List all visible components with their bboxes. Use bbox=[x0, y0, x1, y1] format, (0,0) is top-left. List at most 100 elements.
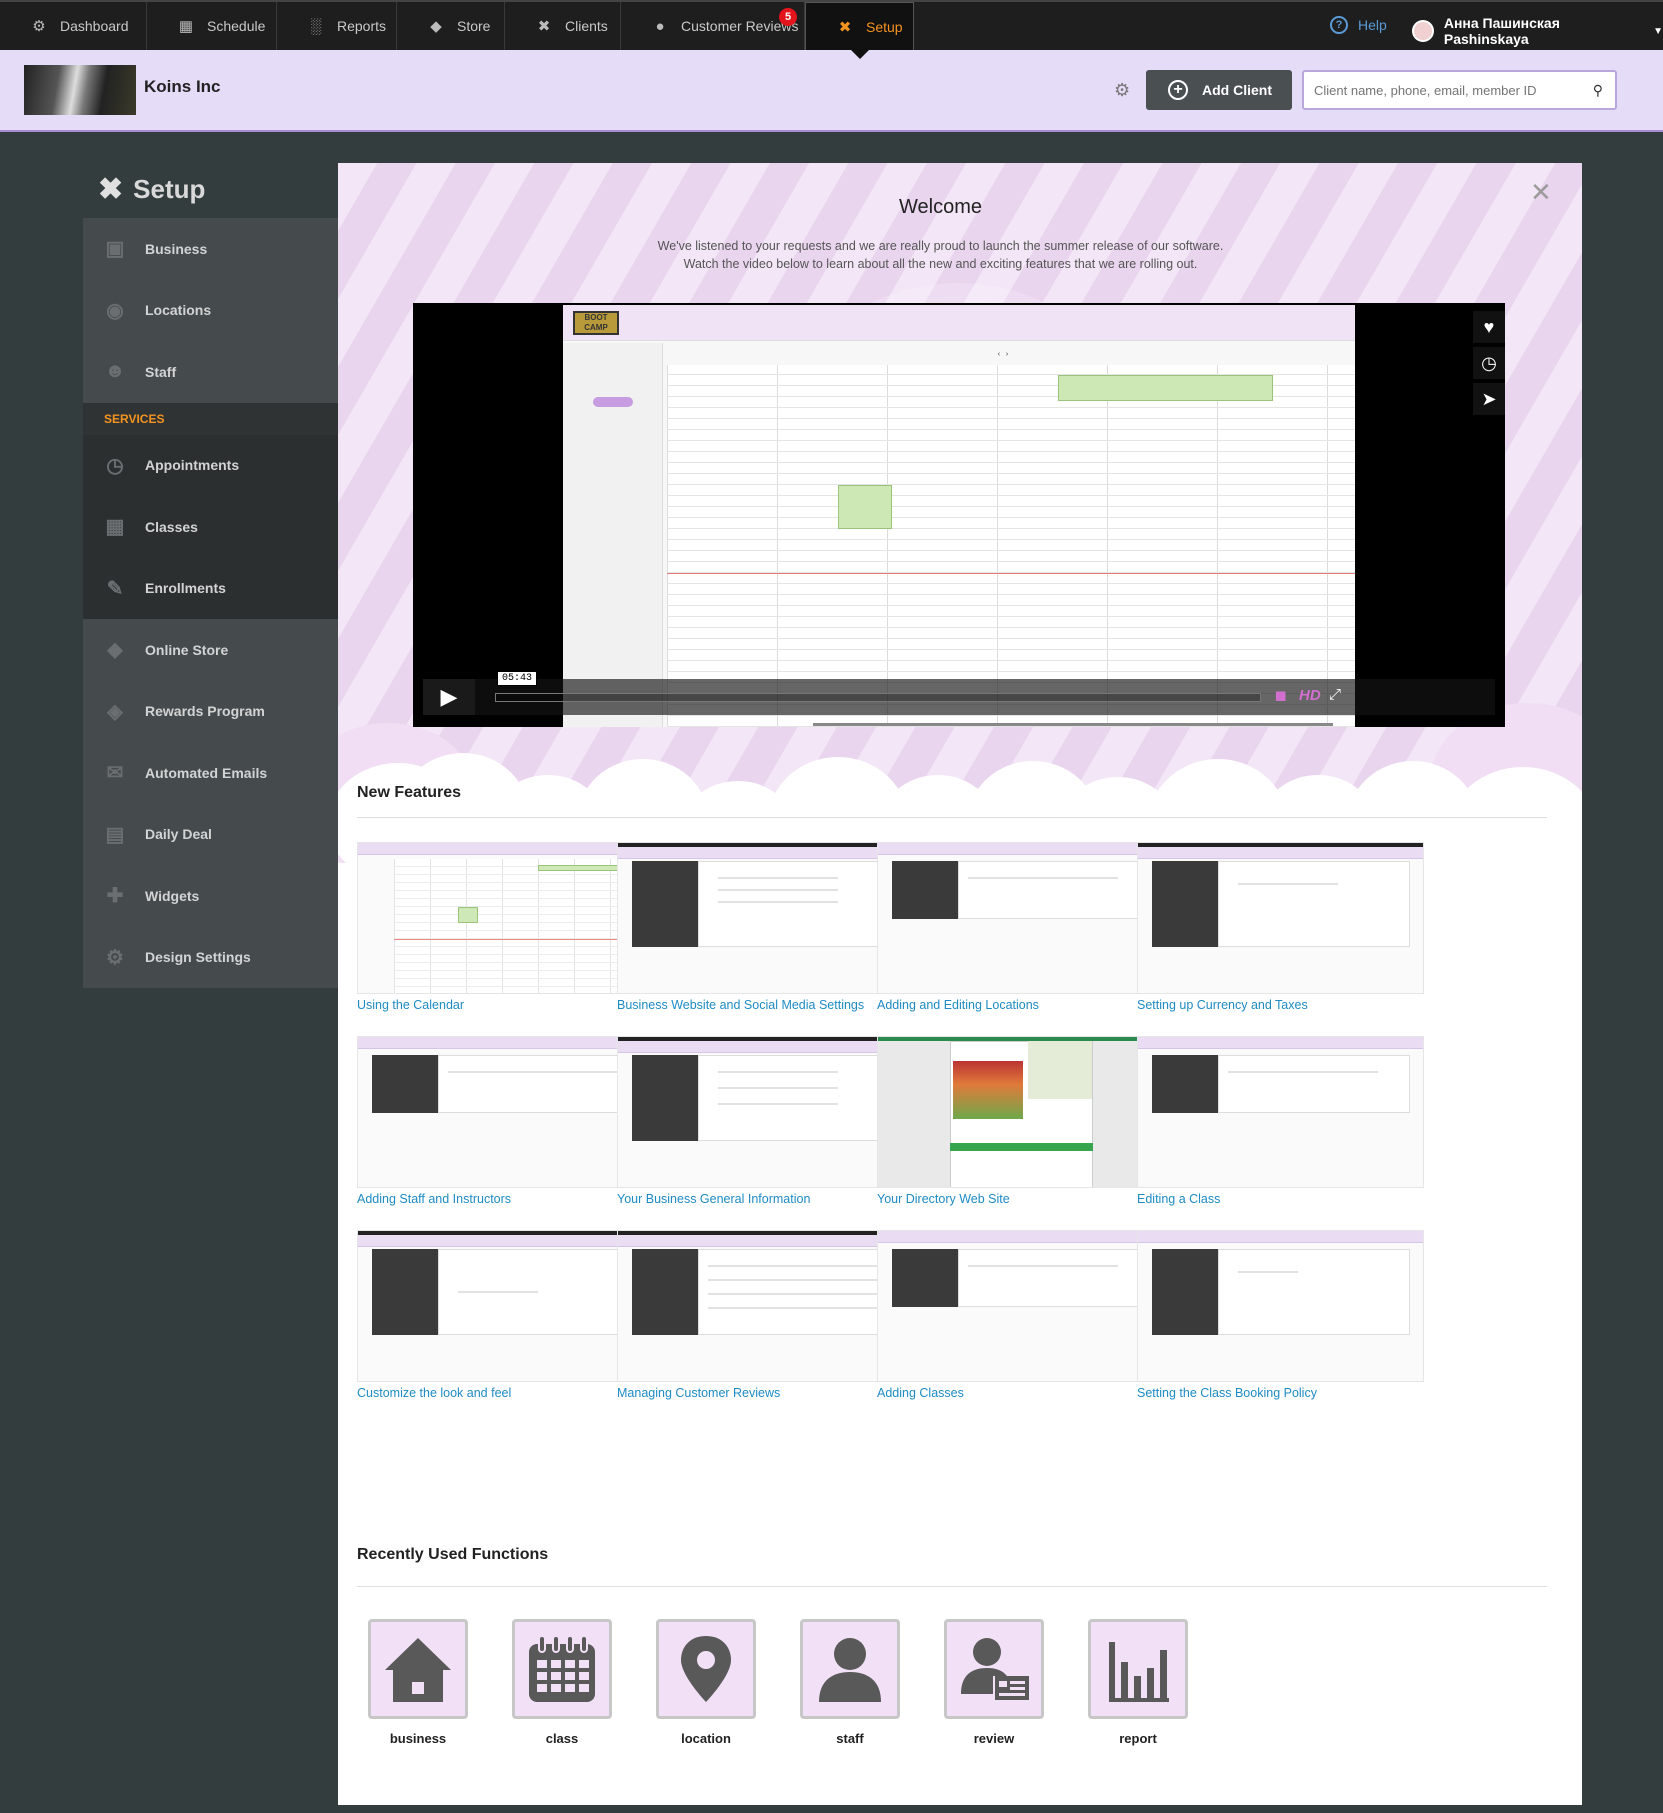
video-controls: ▶ 05:43 IIIII HD ⤢ bbox=[423, 671, 1495, 715]
thumb-tabs bbox=[950, 1143, 1093, 1151]
sidebar-item-label: Online Store bbox=[145, 641, 229, 658]
avatar bbox=[1412, 20, 1434, 42]
feature-card[interactable]: Your Business General Information bbox=[617, 1036, 904, 1206]
feature-card[interactable]: Setting the Class Booking Policy bbox=[1137, 1230, 1424, 1400]
feature-link[interactable]: Setting the Class Booking Policy bbox=[1137, 1386, 1424, 1400]
welcome-hero: ✕ Welcome We've listened to your request… bbox=[338, 163, 1582, 863]
tab-reports[interactable]: ░ Reports bbox=[277, 2, 397, 50]
feature-card[interactable]: Managing Customer Reviews bbox=[617, 1230, 904, 1400]
help-link[interactable]: ? Help bbox=[1330, 16, 1387, 34]
sidebar-item-daily-deal[interactable]: ▤ Daily Deal bbox=[83, 804, 338, 866]
feature-card[interactable]: Business Website and Social Media Settin… bbox=[617, 842, 904, 1012]
sidebar-item-locations[interactable]: ◉ Locations bbox=[83, 280, 338, 342]
recent-function-location[interactable]: location bbox=[656, 1619, 756, 1746]
tab-clients[interactable]: ✖ Clients bbox=[505, 2, 621, 50]
sidebar-item-staff[interactable]: ☻ Staff bbox=[83, 341, 338, 403]
active-tab-pointer bbox=[851, 50, 869, 59]
feature-link[interactable]: Customize the look and feel bbox=[357, 1386, 644, 1400]
thumb-sidebar bbox=[1152, 861, 1218, 947]
tab-customer-reviews[interactable]: ● Customer Reviews bbox=[621, 2, 805, 50]
feature-link[interactable]: Managing Customer Reviews bbox=[617, 1386, 904, 1400]
recent-function-business[interactable]: business bbox=[368, 1619, 468, 1746]
clock-icon[interactable]: ◷ bbox=[1473, 347, 1505, 379]
video-player[interactable]: BOOT CAMP ‹ › ♥ ◷ ➤ ▶ 05:43 IIIII HD ⤢ bbox=[413, 303, 1505, 727]
business-logo[interactable] bbox=[24, 65, 136, 115]
thumb-event bbox=[538, 865, 618, 871]
heart-icon[interactable]: ♥ bbox=[1473, 311, 1505, 343]
thumb-calendar bbox=[394, 859, 643, 993]
feature-card[interactable]: Adding Classes bbox=[877, 1230, 1164, 1400]
thumb-header bbox=[1138, 847, 1423, 859]
sidebar-item-online-store[interactable]: ◆ Online Store bbox=[83, 619, 338, 681]
feature-card[interactable]: Adding and Editing Locations bbox=[877, 842, 1164, 1012]
search-icon[interactable]: ⚲ bbox=[1593, 82, 1603, 99]
staff-icon: ☻ bbox=[104, 360, 126, 383]
sidebar-item-appointments[interactable]: ◷ Appointments bbox=[83, 435, 338, 497]
user-menu[interactable]: Анна Пашинская Pashinskaya ▼ bbox=[1412, 15, 1663, 47]
sidebar-item-automated-emails[interactable]: ✉ Automated Emails bbox=[83, 742, 338, 804]
hd-toggle[interactable]: HD bbox=[1299, 687, 1321, 704]
video-progress-bar[interactable] bbox=[495, 693, 1261, 702]
volume-icon[interactable]: IIIII bbox=[1275, 688, 1287, 704]
sidebar-item-label: Widgets bbox=[145, 887, 200, 904]
thumb-header bbox=[1138, 1037, 1423, 1049]
thumb-line bbox=[718, 1103, 838, 1105]
tab-dashboard[interactable]: ⚙ Dashboard bbox=[0, 2, 147, 50]
feature-link[interactable]: Setting up Currency and Taxes bbox=[1137, 998, 1424, 1012]
recent-function-review[interactable]: review bbox=[944, 1619, 1044, 1746]
tag-icon: ◆ bbox=[430, 18, 442, 35]
thumb-list bbox=[438, 1055, 630, 1113]
briefcase-icon: ▣ bbox=[105, 238, 125, 261]
feature-card[interactable]: Editing a Class bbox=[1137, 1036, 1424, 1206]
top-navigation: ⚙ Dashboard ▦ Schedule ░ Reports ◆ Store… bbox=[0, 0, 1663, 50]
feature-link[interactable]: Adding and Editing Locations bbox=[877, 998, 1164, 1012]
feature-card[interactable]: Your Directory Web Site bbox=[877, 1036, 1164, 1206]
thumb-sidebar bbox=[372, 1249, 438, 1335]
thumb-form bbox=[698, 861, 890, 947]
play-icon[interactable]: ▶ bbox=[423, 679, 475, 715]
sidebar-item-classes[interactable]: ▦ Classes bbox=[83, 496, 338, 558]
feature-card[interactable]: Setting up Currency and Taxes bbox=[1137, 842, 1424, 1012]
sidebar-title: ✖ Setup bbox=[98, 172, 205, 207]
thumb-map bbox=[1028, 1041, 1092, 1099]
sidebar-item-design-settings[interactable]: ⚙ Design Settings bbox=[83, 927, 338, 989]
fullscreen-icon[interactable]: ⤢ bbox=[1329, 686, 1341, 703]
recent-function-staff[interactable]: staff bbox=[800, 1619, 900, 1746]
feature-card[interactable]: Using the Calendar bbox=[357, 842, 644, 1012]
sidebar-item-label: Staff bbox=[145, 363, 177, 380]
recent-function-label: business bbox=[389, 1731, 447, 1746]
feature-link[interactable]: Business Website and Social Media Settin… bbox=[617, 998, 904, 1012]
sidebar-item-enrollments[interactable]: ✎ Enrollments bbox=[83, 558, 338, 620]
tab-store[interactable]: ◆ Store bbox=[397, 2, 505, 50]
thumb-photo bbox=[953, 1061, 1023, 1119]
gear-icon[interactable]: ⚙ bbox=[1114, 80, 1130, 101]
feature-link[interactable]: Adding Staff and Instructors bbox=[357, 1192, 644, 1206]
thumb-event bbox=[458, 907, 478, 923]
recent-function-class[interactable]: class bbox=[512, 1619, 612, 1746]
tab-schedule[interactable]: ▦ Schedule bbox=[147, 2, 277, 50]
add-client-button[interactable]: + Add Client bbox=[1146, 70, 1292, 110]
feature-link[interactable]: Using the Calendar bbox=[357, 998, 644, 1012]
sidebar-item-widgets[interactable]: ✚ Widgets bbox=[83, 865, 338, 927]
feature-card[interactable]: Customize the look and feel bbox=[357, 1230, 644, 1400]
feature-link[interactable]: Editing a Class bbox=[1137, 1192, 1424, 1206]
map-pin-icon bbox=[656, 1619, 756, 1719]
recent-function-report[interactable]: report bbox=[1088, 1619, 1188, 1746]
sidebar-item-business[interactable]: ▣ Business bbox=[83, 218, 338, 280]
thumb-header bbox=[358, 843, 643, 855]
share-icon[interactable]: ➤ bbox=[1473, 383, 1505, 415]
feature-link[interactable]: Your Business General Information bbox=[617, 1192, 904, 1206]
calendar-icon: ▦ bbox=[178, 18, 194, 35]
thumb-header bbox=[358, 1235, 643, 1247]
search-input[interactable] bbox=[1304, 72, 1574, 108]
sidebar-title-text: Setup bbox=[133, 174, 206, 204]
tab-setup[interactable]: ✖ Setup bbox=[805, 2, 914, 50]
feature-link[interactable]: Adding Classes bbox=[877, 1386, 1164, 1400]
feature-card[interactable]: Adding Staff and Instructors bbox=[357, 1036, 644, 1206]
feature-thumbnail bbox=[357, 1036, 644, 1188]
recent-function-label: location bbox=[681, 1731, 731, 1746]
sidebar-item-rewards-program[interactable]: ◈ Rewards Program bbox=[83, 681, 338, 743]
thumb-list bbox=[958, 1249, 1150, 1307]
thumb-header bbox=[878, 1231, 1163, 1243]
feature-link[interactable]: Your Directory Web Site bbox=[877, 1192, 1164, 1206]
